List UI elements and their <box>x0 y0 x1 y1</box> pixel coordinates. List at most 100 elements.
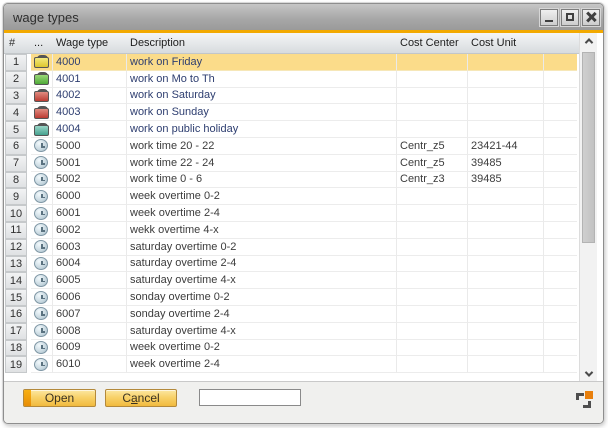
table-row[interactable]: 2 4001 work on Mo to Th <box>4 71 579 88</box>
column-header-index[interactable]: # <box>5 36 27 50</box>
extra-cell <box>544 323 577 340</box>
description-cell: week overtime 2-4 <box>127 205 397 222</box>
row-number-cell[interactable]: 11 <box>5 222 27 239</box>
table-row[interactable]: 12 6003 saturday overtime 0-2 <box>4 239 579 256</box>
table-header: # ... Wage type Description Cost Center … <box>4 33 579 54</box>
description-cell: work time 0 - 6 <box>127 172 397 189</box>
cost-unit-cell <box>468 289 544 306</box>
row-number-cell[interactable]: 14 <box>5 272 27 289</box>
cost-center-cell <box>397 239 468 256</box>
bag-yellow-icon <box>34 55 48 68</box>
column-header-icon[interactable]: ... <box>31 37 53 49</box>
table-row[interactable]: 9 6000 week overtime 0-2 <box>4 188 579 205</box>
table-row[interactable]: 13 6004 saturday overtime 2-4 <box>4 256 579 273</box>
row-number-cell[interactable]: 16 <box>5 306 27 323</box>
table-row[interactable]: 10 6001 week overtime 2-4 <box>4 205 579 222</box>
table-row[interactable]: 5 4004 work on public holiday <box>4 121 579 138</box>
table-row[interactable]: 6 5000 work time 20 - 22 Centr_z5 23421-… <box>4 138 579 155</box>
table-row[interactable]: 1 4000 work on Friday <box>4 54 579 71</box>
table-row[interactable]: 17 6008 saturday overtime 4-x <box>4 323 579 340</box>
table-row[interactable]: 8 5002 work time 0 - 6 Centr_z3 39485 <box>4 172 579 189</box>
row-number-cell[interactable]: 5 <box>5 121 27 138</box>
row-number-cell[interactable]: 3 <box>5 88 27 105</box>
maximize-button[interactable] <box>561 9 579 26</box>
cost-center-cell <box>397 256 468 273</box>
table-row[interactable]: 4 4003 work on Sunday <box>4 104 579 121</box>
row-number-cell[interactable]: 13 <box>5 256 27 273</box>
icon-cell <box>31 138 53 155</box>
scroll-up-button[interactable] <box>580 33 597 48</box>
cost-unit-cell <box>468 88 544 105</box>
row-number-cell[interactable]: 1 <box>5 54 27 71</box>
vertical-scrollbar[interactable] <box>579 33 597 381</box>
column-header-description[interactable]: Description <box>127 37 397 49</box>
description-cell: work on Sunday <box>127 104 397 121</box>
cost-center-cell: Centr_z5 <box>397 138 468 155</box>
footer-text-input[interactable] <box>199 389 301 406</box>
close-button[interactable] <box>582 9 600 26</box>
clock-icon <box>34 223 48 236</box>
wage-type-cell: 5002 <box>53 172 127 189</box>
row-number-cell[interactable]: 12 <box>5 239 27 256</box>
table-row[interactable]: 11 6002 wekk overtime 4-x <box>4 222 579 239</box>
table-row[interactable]: 16 6007 sonday overtime 2-4 <box>4 306 579 323</box>
row-number-cell[interactable]: 18 <box>5 340 27 357</box>
cost-center-cell <box>397 121 468 138</box>
scrollbar-track[interactable] <box>580 48 597 366</box>
cost-center-cell: Centr_z5 <box>397 155 468 172</box>
row-number-cell[interactable]: 4 <box>5 104 27 121</box>
cost-unit-cell <box>468 239 544 256</box>
cancel-button[interactable]: Cancel <box>105 389 177 407</box>
cost-center-cell <box>397 272 468 289</box>
table-row[interactable]: 18 6009 week overtime 0-2 <box>4 340 579 357</box>
row-number-cell[interactable]: 17 <box>5 323 27 340</box>
icon-cell <box>31 121 53 138</box>
open-button[interactable]: Open <box>23 389 96 407</box>
table-row[interactable]: 15 6006 sonday overtime 0-2 <box>4 289 579 306</box>
resize-form-icon[interactable] <box>576 391 593 408</box>
table-row[interactable]: 7 5001 work time 22 - 24 Centr_z5 39485 <box>4 155 579 172</box>
cost-center-cell <box>397 289 468 306</box>
description-cell: saturday overtime 4-x <box>127 323 397 340</box>
row-number-cell[interactable]: 7 <box>5 155 27 172</box>
cost-unit-cell <box>468 104 544 121</box>
footer-bar: Open Cancel <box>4 381 603 423</box>
scrollbar-thumb[interactable] <box>582 52 595 243</box>
row-number-cell[interactable]: 10 <box>5 205 27 222</box>
extra-cell <box>544 172 577 189</box>
description-cell: week overtime 2-4 <box>127 356 397 373</box>
column-header-wage-type[interactable]: Wage type <box>53 37 127 49</box>
icon-cell <box>31 340 53 357</box>
cost-unit-cell <box>468 306 544 323</box>
icon-cell <box>31 205 53 222</box>
row-number-cell[interactable]: 8 <box>5 172 27 189</box>
titlebar[interactable]: wage types <box>4 4 603 30</box>
cost-unit-cell <box>468 121 544 138</box>
description-cell: week overtime 0-2 <box>127 188 397 205</box>
cost-center-cell <box>397 323 468 340</box>
extra-cell <box>544 71 577 88</box>
scroll-down-button[interactable] <box>580 366 597 381</box>
column-header-cost-unit[interactable]: Cost Unit <box>468 37 544 49</box>
clock-icon <box>34 139 48 152</box>
description-cell: sonday overtime 2-4 <box>127 306 397 323</box>
row-number-cell[interactable]: 19 <box>5 356 27 373</box>
row-number-cell[interactable]: 6 <box>5 138 27 155</box>
column-header-cost-center[interactable]: Cost Center <box>397 37 468 49</box>
table-row[interactable]: 3 4002 work on Saturday <box>4 88 579 105</box>
window-title: wage types <box>13 10 537 25</box>
wage-type-cell: 4004 <box>53 121 127 138</box>
clock-icon <box>34 190 48 203</box>
minimize-button[interactable] <box>540 9 558 26</box>
row-number-cell[interactable]: 15 <box>5 289 27 306</box>
icon-cell <box>31 323 53 340</box>
clock-icon <box>34 240 48 253</box>
description-cell: work time 22 - 24 <box>127 155 397 172</box>
table-row[interactable]: 19 6010 week overtime 2-4 <box>4 356 579 373</box>
cost-center-cell <box>397 306 468 323</box>
cost-unit-cell: 39485 <box>468 172 544 189</box>
table-row[interactable]: 14 6005 saturday overtime 4-x <box>4 272 579 289</box>
row-number-cell[interactable]: 2 <box>5 71 27 88</box>
row-number-cell[interactable]: 9 <box>5 188 27 205</box>
chevron-up-icon <box>584 38 592 46</box>
